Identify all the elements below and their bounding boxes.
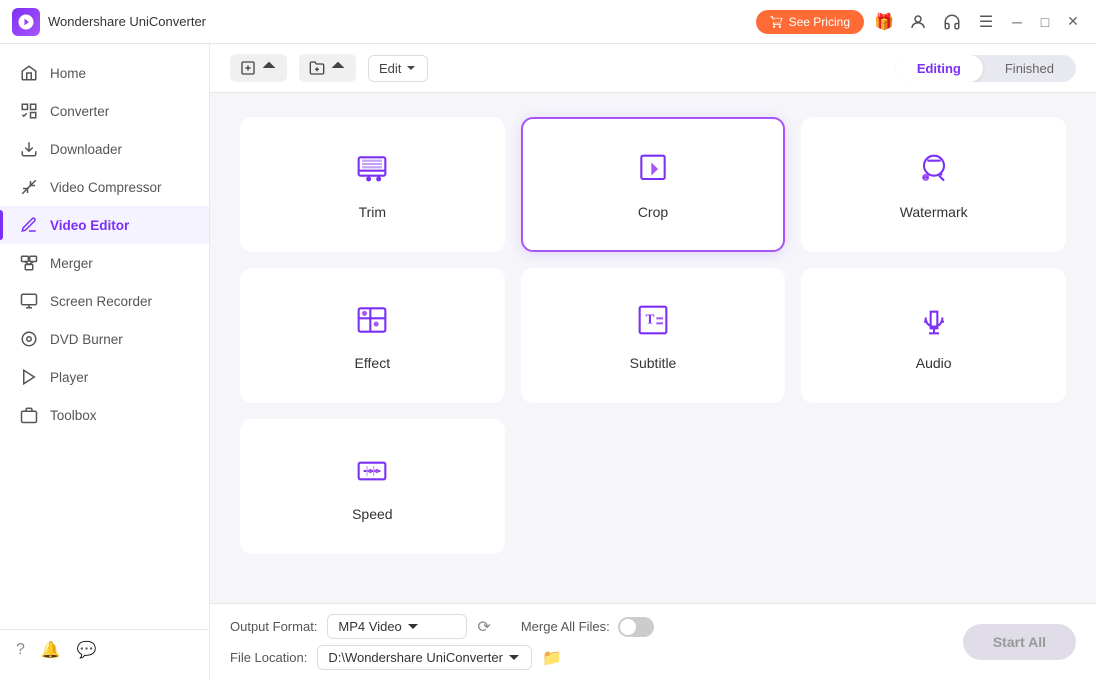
trim-card[interactable]: Trim <box>240 117 505 252</box>
sidebar-bottom: ? 🔔 💬 <box>0 629 209 670</box>
output-format-select[interactable]: MP4 Video <box>327 614 467 639</box>
merge-all-label: Merge All Files: <box>521 619 610 634</box>
subtitle-card[interactable]: T Subtitle <box>521 268 786 403</box>
sidebar-item-toolbox[interactable]: Toolbox <box>0 396 209 434</box>
headset-icon-button[interactable] <box>938 8 966 36</box>
sidebar-item-home[interactable]: Home <box>0 54 209 92</box>
add-folder-button[interactable] <box>299 54 356 82</box>
audio-icon <box>914 300 954 345</box>
editor-grid: Trim Crop <box>240 117 1066 554</box>
toolbar: Edit Editing Finished <box>210 44 1096 93</box>
sidebar-item-video-editor[interactable]: Video Editor <box>0 206 209 244</box>
file-location-select[interactable]: D:\Wondershare UniConverter <box>317 645 532 670</box>
crop-card[interactable]: Crop <box>521 117 786 252</box>
output-format-field: Output Format: MP4 Video ⟳ Merge All Fil… <box>230 614 943 639</box>
main-content: Edit Editing Finished <box>210 44 1096 680</box>
sidebar-item-downloader[interactable]: Downloader <box>0 130 209 168</box>
add-file-button[interactable] <box>230 54 287 82</box>
folder-open-icon[interactable]: 📁 <box>542 648 562 668</box>
audio-label: Audio <box>916 355 952 371</box>
watermark-icon <box>914 149 954 194</box>
notification-icon[interactable]: 🔔 <box>41 640 61 660</box>
sidebar-item-dvd-burner[interactable]: DVD Burner <box>0 320 209 358</box>
watermark-label: Watermark <box>900 204 968 220</box>
account-icon-button[interactable] <box>904 8 932 36</box>
see-pricing-button[interactable]: See Pricing <box>756 10 864 34</box>
edit-dropdown[interactable]: Edit <box>368 55 428 82</box>
watermark-card[interactable]: Watermark <box>801 117 1066 252</box>
editor-grid-area: Trim Crop <box>210 93 1096 603</box>
sidebar-item-player[interactable]: Player <box>0 358 209 396</box>
speed-card[interactable]: Speed <box>240 419 505 554</box>
help-icon[interactable]: ? <box>16 641 25 659</box>
sidebar-item-converter[interactable]: Converter <box>0 92 209 130</box>
trim-label: Trim <box>359 204 386 220</box>
menu-icon-button[interactable]: ☰ <box>972 8 1000 36</box>
crop-icon <box>633 149 673 194</box>
file-location-field: File Location: D:\Wondershare UniConvert… <box>230 645 943 670</box>
finished-tab[interactable]: Finished <box>983 55 1076 82</box>
sidebar-item-merger[interactable]: Merger <box>0 244 209 282</box>
tab-toggle: Editing Finished <box>895 55 1076 82</box>
gift-icon-button[interactable]: 🎁 <box>870 8 898 36</box>
title-actions: See Pricing 🎁 ☰ ─ □ ✕ <box>756 8 1084 36</box>
speed-icon <box>352 451 392 496</box>
bottom-bar: Output Format: MP4 Video ⟳ Merge All Fil… <box>210 603 1096 680</box>
start-all-button[interactable]: Start All <box>963 624 1076 660</box>
sidebar-item-video-compressor[interactable]: Video Compressor <box>0 168 209 206</box>
audio-card[interactable]: Audio <box>801 268 1066 403</box>
editing-tab[interactable]: Editing <box>895 55 983 82</box>
app-logo <box>12 8 40 36</box>
output-format-label: Output Format: <box>230 619 317 634</box>
effect-label: Effect <box>355 355 391 371</box>
merge-all-toggle-group: Merge All Files: <box>521 617 654 637</box>
effect-icon <box>352 300 392 345</box>
minimize-button[interactable]: ─ <box>1006 11 1028 33</box>
title-bar: Wondershare UniConverter See Pricing 🎁 ☰… <box>0 0 1096 44</box>
sidebar: Home Converter Downloader Video Compress… <box>0 44 210 680</box>
subtitle-icon: T <box>633 300 673 345</box>
trim-icon <box>352 149 392 194</box>
bottom-fields: Output Format: MP4 Video ⟳ Merge All Fil… <box>230 614 943 670</box>
crop-label: Crop <box>638 204 668 220</box>
file-location-label: File Location: <box>230 650 307 665</box>
feedback-icon[interactable]: 💬 <box>77 640 97 660</box>
refresh-icon[interactable]: ⟳ <box>477 617 490 637</box>
merge-all-toggle[interactable] <box>618 617 654 637</box>
app-title: Wondershare UniConverter <box>48 14 756 29</box>
svg-text:T: T <box>645 311 654 326</box>
maximize-button[interactable]: □ <box>1034 11 1056 33</box>
speed-label: Speed <box>352 506 392 522</box>
subtitle-label: Subtitle <box>630 355 677 371</box>
close-button[interactable]: ✕ <box>1062 11 1084 33</box>
sidebar-item-screen-recorder[interactable]: Screen Recorder <box>0 282 209 320</box>
effect-card[interactable]: Effect <box>240 268 505 403</box>
